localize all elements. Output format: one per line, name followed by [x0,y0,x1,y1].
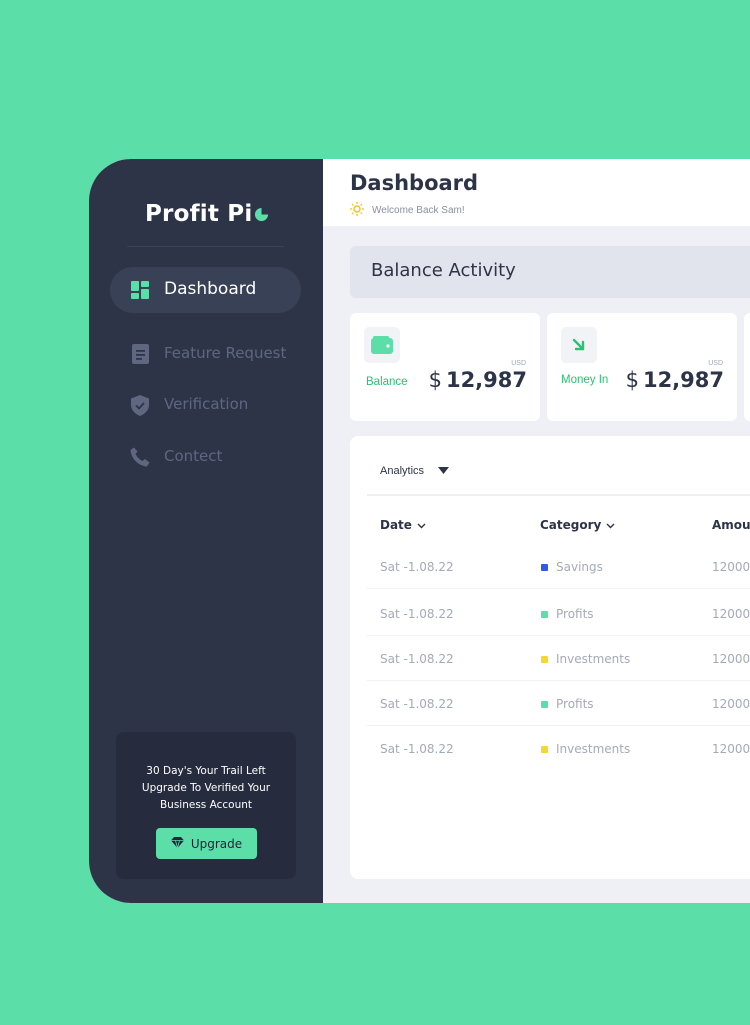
card-label: Balance [366,376,408,388]
card-unit: USD [511,360,526,367]
welcome-message: Welcome Back Sam! [350,202,465,219]
category-color-dot [541,746,548,753]
sidebar-item-verification[interactable]: Verification [110,382,301,428]
dashboard-grid-icon [130,280,150,300]
promo-line: Upgrade To Verified Your [141,782,271,794]
card-unit: USD [708,360,723,367]
cell-date: Sat -1.08.22 [380,560,454,574]
cell-category: Profits [556,607,594,621]
main-content: Dashboard Welcome Back Sam! Balance Acti… [323,159,750,903]
page-title: Dashboard [350,171,479,195]
table-row[interactable]: Sat -1.08.22 Investments 12000 [367,636,750,681]
section-title: Balance Activity [371,260,516,281]
caret-down-icon [438,465,450,477]
diamond-icon [170,836,184,851]
upgrade-button-label: Upgrade [190,836,243,851]
promo-text: 30 Day's Your Trail Left Upgrade To Veri… [116,763,296,814]
column-header-category[interactable]: Category [540,518,615,532]
column-header-date[interactable]: Date [380,518,426,532]
cell-category: Profits [556,697,594,711]
currency-symbol: $ [428,368,442,392]
balance-card[interactable]: Balance USD $12,987 [350,313,540,421]
welcome-text: Welcome Back Sam! [372,205,465,216]
cell-date: Sat -1.08.22 [380,607,454,621]
upgrade-promo-card: 30 Day's Your Trail Left Upgrade To Veri… [116,732,296,879]
cell-amount: 12000 [712,742,750,756]
sidebar-item-feature-request[interactable]: Feature Request [110,331,301,377]
wallet-icon [364,327,400,363]
row-divider [367,588,750,589]
cell-date: Sat -1.08.22 [380,697,454,711]
logo-text: Profit Pi [145,201,253,227]
document-icon [130,344,150,364]
shield-check-icon [130,394,150,416]
table-row[interactable]: Sat -1.08.22 Profits 12000 [367,681,750,726]
cell-amount: 12000 [712,697,750,711]
card-label: Money In [561,374,609,386]
amount-value: 12,987 [445,368,527,392]
sidebar-item-label: Contect [164,447,223,465]
column-header-amount[interactable]: Amour [712,518,750,532]
sidebar-item-label: Dashboard [164,279,257,299]
app-logo[interactable]: Profit Pi [145,201,269,227]
chevron-down-icon [606,518,615,532]
promo-line: Business Account [159,799,253,811]
divider [367,494,750,496]
table-row[interactable]: Sat -1.08.22 Profits 12000 [367,591,750,636]
money-in-card[interactable]: Money In USD $12,987 [547,313,737,421]
chevron-down-icon [417,518,426,532]
transactions-panel: Analytics Date Category Amour Sat -1.08.… [350,436,750,879]
promo-line: 30 Day's Your Trail Left [146,765,266,777]
table-row[interactable]: Sat -1.08.22 Savings 12000 [367,544,750,589]
cell-category: Savings [556,560,603,574]
card-amount: $12,987 [626,368,724,392]
cell-amount: 12000 [712,560,750,574]
sidebar: Profit Pi Dashboard Feature Request Veri… [89,159,323,903]
pie-chart-icon [254,202,269,222]
cell-date: Sat -1.08.22 [380,742,454,756]
sidebar-item-label: Verification [164,395,249,413]
column-header-label: Date [380,518,412,532]
analytics-dropdown[interactable]: Analytics [380,465,450,477]
table-row[interactable]: Sat -1.08.22 Investments 12000 [367,726,750,771]
category-color-dot [541,656,548,663]
cell-category: Investments [556,742,631,756]
app-window: Profit Pi Dashboard Feature Request Veri… [89,159,750,903]
sidebar-item-contect[interactable]: Contect [110,434,301,480]
cell-date: Sat -1.08.22 [380,652,454,666]
cell-amount: 12000 [712,652,750,666]
analytics-label: Analytics [380,465,425,477]
amount-value: 12,987 [642,368,724,392]
top-bar: Dashboard Welcome Back Sam! [323,159,750,226]
sidebar-item-label: Feature Request [164,344,287,362]
cell-category: Investments [556,652,631,666]
sun-icon [350,202,364,219]
phone-icon [130,447,150,467]
currency-symbol: $ [625,368,639,392]
column-header-label: Amour [712,518,750,532]
category-color-dot [541,701,548,708]
balance-activity-header: Balance Activity [350,246,750,298]
cell-amount: 12000 [712,607,750,621]
card-amount: $12,987 [429,368,527,392]
upgrade-button[interactable]: Upgrade [156,828,257,859]
category-color-dot [541,611,548,618]
card-partial [744,313,750,421]
column-header-label: Category [540,518,602,532]
category-color-dot [541,564,548,571]
sidebar-divider [127,246,284,247]
sidebar-item-dashboard[interactable]: Dashboard [110,267,301,313]
arrow-down-right-icon [561,327,597,363]
